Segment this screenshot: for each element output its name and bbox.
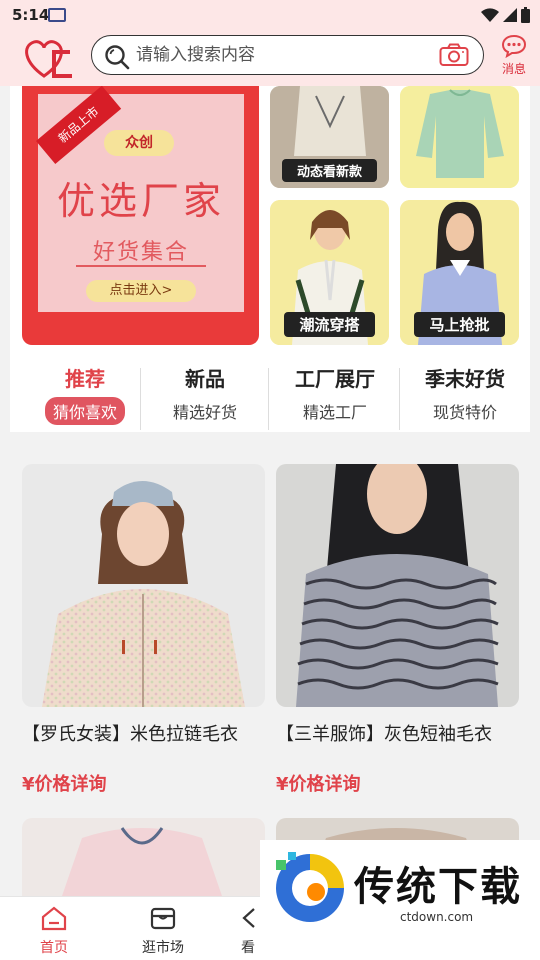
banner-title: 优选厂家 xyxy=(56,179,225,223)
category-subtitle: 猜你喜欢 xyxy=(44,397,125,425)
product-photo xyxy=(276,464,519,707)
banner-subtitle: 好货集合 xyxy=(92,240,189,265)
camera-icon[interactable] xyxy=(439,43,469,67)
notification-icon xyxy=(48,8,66,22)
status-bar: 5:14 xyxy=(0,0,540,30)
nav-label: 逛市场 xyxy=(142,940,184,956)
tile-label: 马上抢批 xyxy=(414,312,505,337)
product-price: ¥价格详询 xyxy=(276,774,361,795)
nav-label: 看 xyxy=(241,940,255,956)
product-photo xyxy=(22,464,265,707)
category-factory[interactable]: 工厂展厅 精选工厂 xyxy=(270,363,400,425)
app-logo[interactable] xyxy=(14,36,74,80)
product-name: 【罗氏女装】米色拉链毛衣 xyxy=(22,724,238,745)
category-subtitle: 精选工厂 xyxy=(302,403,367,422)
category-title: 季末好货 xyxy=(425,367,505,391)
category-new[interactable]: 新品 精选好货 xyxy=(140,363,270,425)
nav-label: 首页 xyxy=(40,940,68,956)
view-icon xyxy=(242,908,255,928)
sweater-photo xyxy=(400,86,519,188)
category-title: 新品 xyxy=(185,367,225,391)
tile-flash[interactable]: 马上抢批 xyxy=(400,200,519,345)
tile-label: 潮流穿搭 xyxy=(284,312,375,337)
product-price: ¥价格详询 xyxy=(22,774,107,795)
market-icon xyxy=(150,907,176,930)
search-input[interactable] xyxy=(134,36,424,73)
watermark-text: 传统下载 xyxy=(354,864,522,910)
signal-icon xyxy=(503,8,517,22)
watermark: 传统下载 ctdown.com xyxy=(260,840,540,936)
nav-market[interactable]: 逛市场 xyxy=(118,905,208,957)
category-subtitle: 现货特价 xyxy=(432,403,497,422)
home-icon xyxy=(41,906,67,931)
message-icon xyxy=(501,34,527,59)
messages-button[interactable]: 消息 xyxy=(494,34,534,80)
product-image[interactable] xyxy=(276,464,519,707)
search-bar[interactable] xyxy=(91,35,484,75)
promo-banner[interactable]: 众创 优选厂家 好货集合 点击进入> 新品上市 xyxy=(22,86,259,345)
banner-brand: 众创 xyxy=(104,130,174,156)
search-icon xyxy=(105,45,130,70)
category-title: 推荐 xyxy=(65,367,105,391)
category-title: 工厂展厅 xyxy=(295,367,375,391)
logo-heart-icon xyxy=(25,40,72,78)
status-icons xyxy=(481,7,530,23)
header: 消息 xyxy=(0,30,540,86)
nav-home[interactable]: 首页 xyxy=(9,905,99,957)
tile-trend[interactable]: 潮流穿搭 xyxy=(270,200,389,345)
tile-sweater[interactable] xyxy=(400,86,519,188)
banner-enter-button[interactable]: 点击进入> xyxy=(86,280,196,302)
messages-label: 消息 xyxy=(501,62,526,76)
tile-label: 动态看新款 xyxy=(282,159,377,182)
status-time: 5:14 xyxy=(12,6,50,24)
category-subtitle: 精选好货 xyxy=(172,403,237,422)
category-clearance[interactable]: 季末好货 现货特价 xyxy=(400,363,530,425)
product-image[interactable] xyxy=(22,818,265,896)
battery-icon xyxy=(521,7,530,23)
wifi-icon xyxy=(481,8,499,22)
tile-dynamic[interactable]: 动态看新款 xyxy=(270,86,389,188)
category-recommend[interactable]: 推荐 猜你喜欢 xyxy=(20,363,150,425)
banner-divider xyxy=(76,265,206,267)
watermark-logo xyxy=(276,852,344,922)
product-image[interactable] xyxy=(22,464,265,707)
divider xyxy=(268,368,269,430)
product-name: 【三羊服饰】灰色短袖毛衣 xyxy=(276,724,492,745)
product-photo xyxy=(22,818,265,896)
watermark-url: ctdown.com xyxy=(400,910,474,924)
